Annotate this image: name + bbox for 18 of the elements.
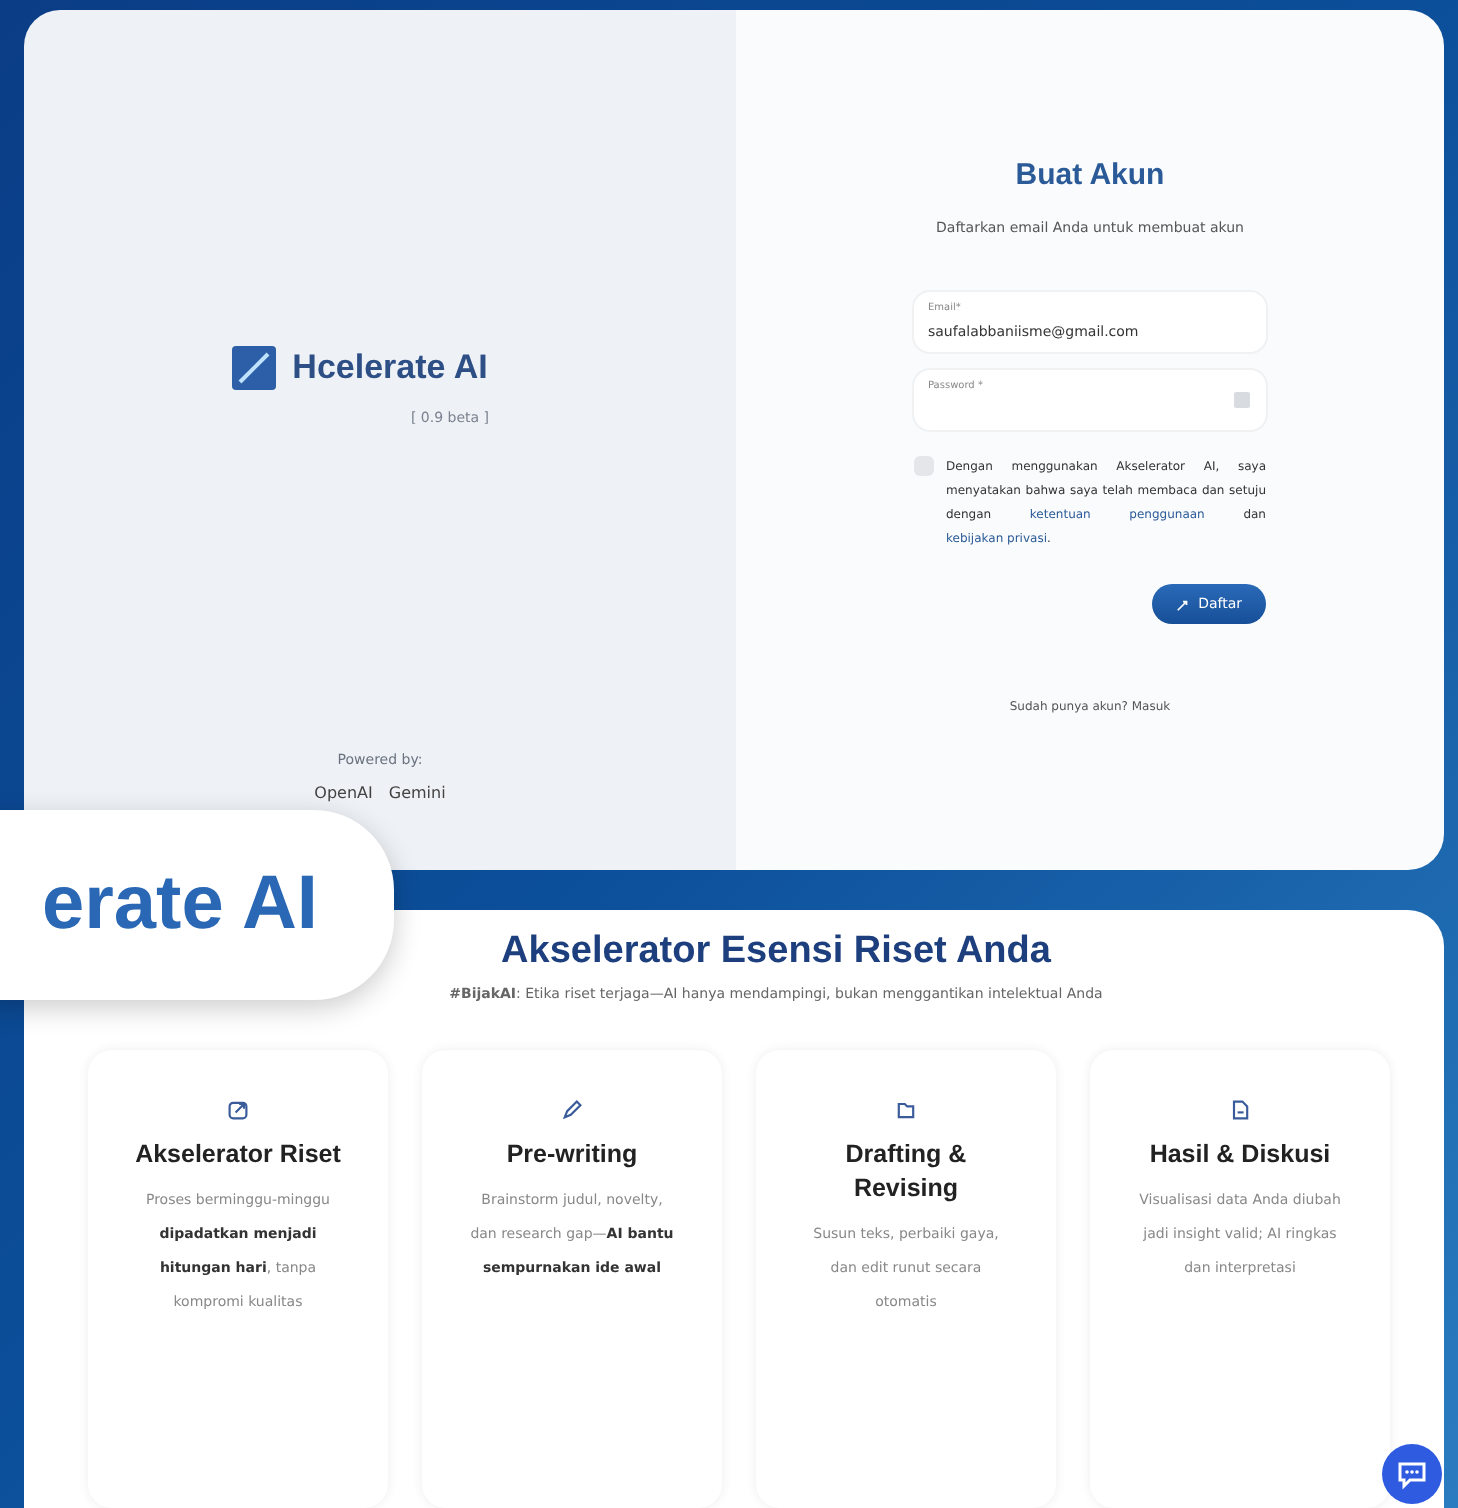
pencil-icon (560, 1098, 584, 1122)
feature-title: Pre-writing (506, 1138, 638, 1172)
export-icon (226, 1098, 250, 1122)
chat-icon (1396, 1458, 1428, 1490)
file-icon (1228, 1098, 1252, 1122)
form-title: Buat Akun (1013, 158, 1167, 192)
section-title: Akselerator Esensi Riset Anda (501, 930, 1051, 974)
password-field[interactable] (914, 370, 1266, 430)
feature-title: Hasil & Diskusi (1149, 1138, 1331, 1172)
provider-name: OpenAI (314, 784, 373, 802)
arrow-icon (1176, 597, 1191, 611)
provider-name: Gemini (388, 784, 446, 802)
brand-name: Hcelerate AI (292, 348, 488, 388)
feature-title: Akselerator Riset (135, 1138, 341, 1172)
logo-icon (232, 346, 277, 390)
brand-badge: erate AI (0, 810, 394, 1000)
feature-title: Drafting & Revising (843, 1138, 969, 1206)
folder-icon (894, 1098, 918, 1122)
